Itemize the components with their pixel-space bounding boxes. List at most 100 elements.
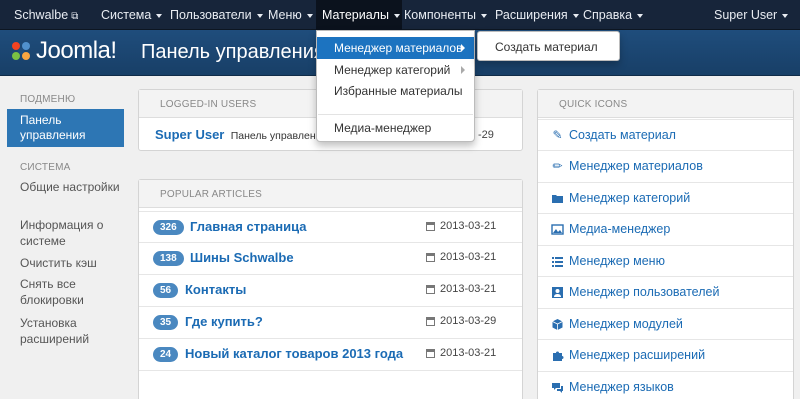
menu-components[interactable]: Компоненты	[404, 0, 488, 30]
sidebar-submenu-heading: ПОДМЕНЮ	[20, 94, 76, 105]
caret-down-icon	[782, 13, 789, 18]
menu-system[interactable]: Система	[101, 0, 163, 30]
quick-icons-panel: QUICK ICONS ✎ Создать материал ✏ Менедже…	[537, 89, 794, 399]
menu-extensions[interactable]: Расширения	[495, 0, 579, 30]
article-row: 56 Контакты 2013-03-21	[139, 274, 522, 305]
caret-down-icon	[572, 13, 579, 18]
caret-right-icon	[461, 44, 465, 52]
user-icon	[551, 286, 564, 299]
quick-icon-label: Менеджер языков	[569, 380, 674, 394]
caret-down-icon	[481, 13, 488, 18]
quick-icon-language-manager[interactable]: Менеджер языков	[538, 371, 793, 399]
quick-icon-label: Медиа-менеджер	[569, 222, 671, 236]
pencil-icon: ✏	[552, 159, 563, 173]
popular-articles-panel: POPULAR ARTICLES 326 Главная страница 20…	[138, 179, 523, 399]
article-row-empty	[139, 370, 522, 399]
quick-icon-add-article[interactable]: ✎ Создать материал	[538, 119, 793, 150]
quick-icon-label: Менеджер модулей	[569, 317, 683, 331]
popular-articles-heading: POPULAR ARTICLES	[139, 180, 522, 208]
article-title-link[interactable]: Контакты	[185, 282, 246, 297]
article-date: 2013-03-21	[440, 283, 497, 295]
user-menu[interactable]: Super User	[714, 0, 789, 30]
top-navbar: Schwalbe ⧉ Система Пользователи Меню Мате…	[0, 0, 800, 30]
sidebar-item-global-config[interactable]: Общие настройки	[20, 180, 120, 196]
article-manager-submenu: Создать материал	[477, 31, 620, 61]
article-row: 24 Новый каталог товаров 2013 года 2013-…	[139, 338, 522, 369]
quick-icon-label: Менеджер материалов	[569, 159, 703, 173]
article-row: 138 Шины Schwalbe 2013-03-21	[139, 242, 522, 273]
joomla-logo-icon	[12, 42, 30, 60]
caret-down-icon	[637, 13, 644, 18]
caret-right-icon	[461, 66, 465, 74]
caret-down-icon	[393, 13, 400, 18]
caret-down-icon	[306, 13, 313, 18]
sidebar-item-control-panel[interactable]: Панель управления	[7, 109, 124, 147]
menu-help[interactable]: Справка	[583, 0, 644, 30]
calendar-icon	[426, 349, 435, 358]
article-title-link[interactable]: Главная страница	[190, 219, 306, 234]
quick-icon-article-manager[interactable]: ✏ Менеджер материалов	[538, 150, 793, 181]
hits-badge: 326	[153, 220, 184, 235]
hits-badge: 35	[153, 315, 179, 330]
dropdown-divider	[318, 114, 473, 115]
hits-badge: 56	[153, 283, 179, 298]
image-icon	[551, 223, 564, 236]
article-date: 2013-03-29	[440, 315, 497, 327]
logo-text: Joomla!	[36, 37, 117, 64]
calendar-icon	[426, 253, 435, 262]
calendar-icon	[426, 222, 435, 231]
menu-content[interactable]: Материалы	[316, 0, 402, 30]
sidebar-item-global-checkin[interactable]: Снять все блокировки	[20, 277, 120, 308]
calendar-icon	[426, 317, 435, 326]
quick-icon-module-manager[interactable]: Менеджер модулей	[538, 308, 793, 339]
sidebar-item-system-info[interactable]: Информация о системе	[20, 218, 120, 249]
article-title-link[interactable]: Шины Schwalbe	[190, 250, 294, 265]
logged-in-user-row: Super User Панель управления	[155, 127, 327, 142]
menu-users[interactable]: Пользователи	[170, 0, 263, 30]
article-date: 2013-03-21	[440, 347, 497, 359]
sidebar-item-clear-cache[interactable]: Очистить кэш	[20, 256, 120, 272]
logged-in-user-name[interactable]: Super User	[155, 127, 224, 142]
list-icon	[551, 255, 564, 268]
dropdown-item-featured-articles[interactable]: Избранные материалы	[317, 80, 474, 102]
quick-icon-label: Менеджер пользователей	[569, 285, 720, 299]
hits-badge: 138	[153, 251, 184, 266]
dropdown-item-category-manager[interactable]: Менеджер категорий	[317, 59, 474, 81]
caret-down-icon	[256, 13, 263, 18]
article-title-link[interactable]: Новый каталог товаров 2013 года	[185, 346, 403, 361]
article-title-link[interactable]: Где купить?	[185, 314, 263, 329]
external-link-icon: ⧉	[71, 11, 79, 22]
quick-icon-label: Менеджер расширений	[569, 348, 706, 362]
quick-icon-extension-manager[interactable]: Менеджер расширений	[538, 339, 793, 370]
caret-down-icon	[156, 13, 163, 18]
quick-icons-heading: QUICK ICONS	[538, 90, 793, 118]
pencil-square-icon: ✎	[552, 128, 563, 142]
quick-icon-label: Менеджер категорий	[569, 191, 691, 205]
quick-icon-label: Менеджер меню	[569, 254, 665, 268]
comment-icon	[551, 381, 564, 394]
article-date: 2013-03-21	[440, 251, 497, 263]
quick-icon-menu-manager[interactable]: Менеджер меню	[538, 245, 793, 276]
menu-menus[interactable]: Меню	[268, 0, 313, 30]
folder-icon	[551, 192, 564, 205]
article-row: 35 Где купить? 2013-03-29	[139, 306, 522, 337]
logged-in-user-date: -29	[478, 129, 494, 141]
dropdown-item-article-manager[interactable]: Менеджер материалов	[317, 37, 474, 59]
article-date: 2013-03-21	[440, 220, 497, 232]
sidebar-item-install-extensions[interactable]: Установка расширений	[20, 316, 120, 347]
dropdown-item-media-manager[interactable]: Медиа-менеджер	[317, 117, 474, 139]
puzzle-icon	[551, 349, 564, 362]
site-link[interactable]: Schwalbe ⧉	[14, 0, 78, 30]
logged-in-user-location: Панель управления	[230, 130, 328, 142]
quick-icon-category-manager[interactable]: Менеджер категорий	[538, 182, 793, 213]
content-dropdown-menu: Менеджер материалов Менеджер категорий И…	[316, 30, 475, 142]
submenu-item-add-article[interactable]: Создать материал	[495, 40, 598, 54]
quick-icon-label: Создать материал	[569, 128, 676, 142]
article-row: 326 Главная страница 2013-03-21	[139, 211, 522, 242]
calendar-icon	[426, 285, 435, 294]
quick-icon-user-manager[interactable]: Менеджер пользователей	[538, 276, 793, 307]
quick-icon-media-manager[interactable]: Медиа-менеджер	[538, 213, 793, 244]
sidebar-system-heading: СИСТЕМА	[20, 162, 71, 173]
hits-badge: 24	[153, 347, 179, 362]
page-title: Панель управления	[141, 41, 325, 63]
